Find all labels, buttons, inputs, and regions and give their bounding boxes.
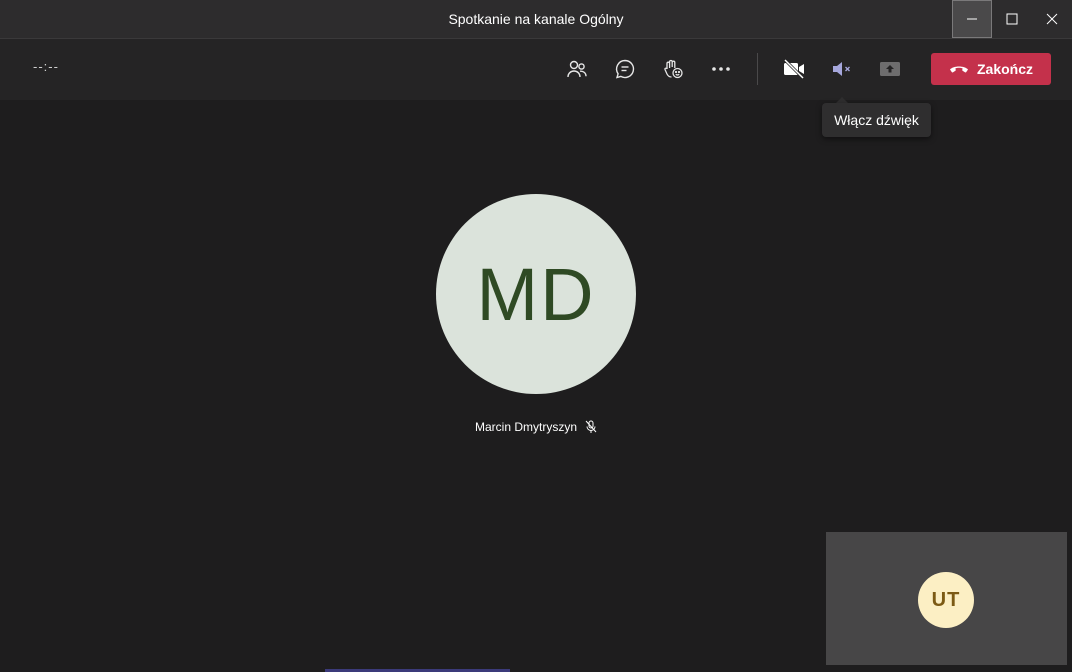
share-tray-icon	[880, 62, 900, 76]
camera-off-icon	[783, 58, 805, 80]
maximize-button[interactable]	[992, 0, 1032, 38]
title-bar: Spotkanie na kanale Ogólny	[0, 0, 1072, 39]
chat-button[interactable]	[609, 53, 641, 85]
speaker-tooltip: Włącz dźwięk	[822, 103, 931, 137]
close-icon	[1046, 13, 1058, 25]
hangup-label: Zakończ	[976, 61, 1033, 77]
speaker-toggle-button[interactable]	[826, 53, 858, 85]
hangup-button[interactable]: Zakończ	[931, 53, 1051, 85]
minimize-button[interactable]	[952, 0, 992, 38]
share-tray-button[interactable]	[874, 53, 906, 85]
teams-meeting-window: Spotkanie na kanale Ogólny --:-- Zakończ…	[0, 0, 1072, 672]
raise-hand-icon	[664, 59, 683, 79]
maximize-icon	[1006, 13, 1018, 25]
participants-button[interactable]	[561, 53, 593, 85]
toolbar-divider	[757, 53, 758, 85]
self-avatar: UT	[918, 572, 974, 628]
phone-hangup-icon	[949, 66, 968, 73]
more-options-icon	[712, 67, 730, 71]
minimize-icon	[967, 18, 977, 20]
self-view-tile[interactable]: UT	[826, 532, 1067, 665]
speaker-muted-icon	[833, 62, 850, 76]
participant-name: Marcin Dmytryszyn	[475, 420, 578, 434]
close-button[interactable]	[1032, 0, 1072, 38]
chat-icon	[615, 59, 635, 79]
meeting-timer: --:--	[33, 59, 59, 74]
participant-avatar: MD	[436, 194, 636, 394]
meeting-toolbar: --:-- Zakończ	[0, 39, 1072, 100]
mic-off-icon	[585, 420, 597, 433]
participants-icon	[567, 60, 587, 78]
camera-toggle-button[interactable]	[778, 53, 810, 85]
reactions-button[interactable]	[657, 53, 689, 85]
participant-name-label: Marcin Dmytryszyn	[475, 418, 597, 436]
more-options-button[interactable]	[705, 53, 737, 85]
window-title: Spotkanie na kanale Ogólny	[448, 11, 624, 27]
